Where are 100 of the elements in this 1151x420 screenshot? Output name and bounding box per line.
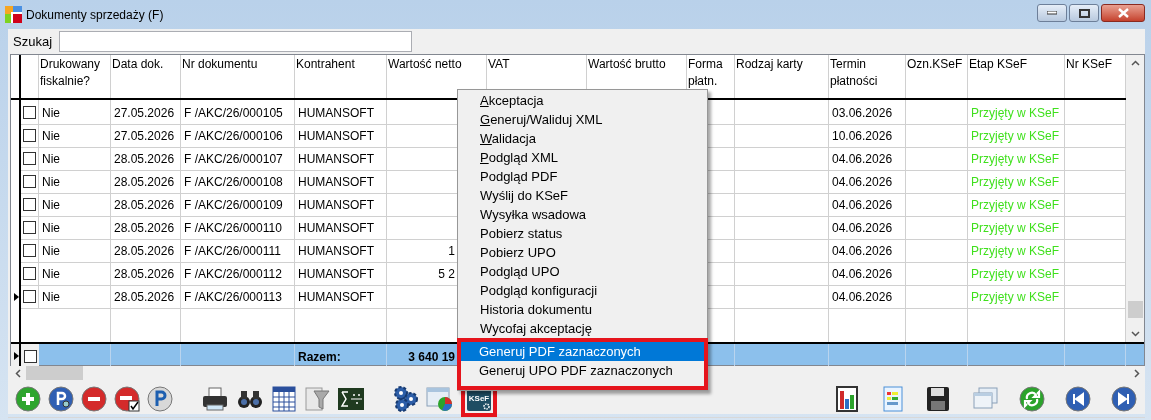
table-cell: 28.05.2026 <box>114 221 175 235</box>
previous-icon[interactable] <box>1065 385 1091 412</box>
row-checkbox[interactable] <box>23 197 36 211</box>
maximize-button[interactable] <box>1069 4 1099 22</box>
table-cell: 28.05.2026 <box>114 290 175 304</box>
search-field[interactable] <box>59 31 413 52</box>
delete-icon[interactable] <box>81 385 107 412</box>
vertical-scrollbar[interactable] <box>1126 55 1144 342</box>
p-icon[interactable] <box>147 385 173 412</box>
table-cell: 28.05.2026 <box>114 198 175 212</box>
table-cell: Przyjęty w KSeF <box>971 106 1060 120</box>
column-header: Ozn.KSeF <box>906 55 968 98</box>
table-cell: HUMANSOFT <box>298 290 374 304</box>
minimize-icon <box>1047 11 1057 15</box>
sigma-icon[interactable] <box>337 386 365 411</box>
maximize-icon <box>1078 8 1090 18</box>
table-cell: Przyjęty w KSeF <box>971 175 1060 189</box>
row-checkbox[interactable] <box>23 349 37 363</box>
menu-item[interactable]: Historia dokumentu <box>458 300 707 319</box>
table-cell: Nie <box>42 175 60 189</box>
spreadsheet-icon[interactable] <box>881 384 905 413</box>
table-cell: 04.06.2026 <box>832 152 893 166</box>
table-cell: F /AKC/26/000107 <box>184 152 283 166</box>
table-cell: Nie <box>42 106 60 120</box>
table-cell: 28.05.2026 <box>114 267 175 281</box>
calendar-icon[interactable] <box>271 384 297 413</box>
preview-icon[interactable] <box>48 385 74 412</box>
table-cell: 04.06.2026 <box>832 267 893 281</box>
table-cell: HUMANSOFT <box>298 244 374 258</box>
filter-icon[interactable] <box>304 384 330 413</box>
table-cell: Przyjęty w KSeF <box>971 267 1060 281</box>
menu-item[interactable]: Wycofaj akceptację <box>458 319 707 338</box>
close-button[interactable] <box>1101 4 1145 22</box>
table-cell: Nie <box>42 244 60 258</box>
table-cell: 5 2 <box>438 267 455 281</box>
table-cell: 27.05.2026 <box>114 129 175 143</box>
menu-item[interactable]: Wyślij do KSeF <box>458 186 707 205</box>
table-cell: 10.06.2026 <box>832 129 893 143</box>
table-cell: Nie <box>42 267 60 281</box>
summary-value: 3 640 19 <box>408 350 455 364</box>
row-checkbox[interactable] <box>23 266 36 280</box>
row-checkbox[interactable] <box>23 105 36 119</box>
bar-chart-icon[interactable] <box>835 384 861 413</box>
menu-item[interactable]: Generuj PDF zaznaczonych <box>461 342 704 361</box>
table-cell: Przyjęty w KSeF <box>971 198 1060 212</box>
menu-item[interactable]: Podgląd PDF <box>458 167 707 186</box>
row-checkbox[interactable] <box>23 151 36 165</box>
table-cell: Nie <box>42 152 60 166</box>
table-cell: Nie <box>42 198 60 212</box>
menu-item[interactable]: Generuj/Waliduj XML <box>458 110 707 129</box>
table-cell: HUMANSOFT <box>298 221 374 235</box>
row-checkbox[interactable] <box>23 289 36 303</box>
add-icon[interactable] <box>15 385 41 412</box>
table-cell: 27.05.2026 <box>114 106 175 120</box>
table-cell: 03.06.2026 <box>832 106 893 120</box>
table-cell: F /AKC/26/000109 <box>184 198 283 212</box>
table-cell: Nie <box>42 290 60 304</box>
row-checkbox[interactable] <box>23 243 36 257</box>
table-cell: Przyjęty w KSeF <box>971 152 1060 166</box>
menu-item[interactable]: Generuj UPO PDF zaznaczonych <box>461 361 704 380</box>
menu-item[interactable]: Wysyłka wsadowa <box>458 205 707 224</box>
scroll-thumb[interactable] <box>26 366 83 380</box>
table-cell: 04.06.2026 <box>832 221 893 235</box>
table-cell: F /AKC/26/000112 <box>184 267 282 281</box>
gears-icon[interactable] <box>393 384 419 413</box>
menu-item[interactable]: Podgląd konfiguracji <box>458 281 707 300</box>
floppy-disk-icon[interactable] <box>925 384 951 413</box>
menu-item[interactable]: Walidacja <box>458 129 707 148</box>
menu-item[interactable]: Podgląd XML <box>458 148 707 167</box>
refresh-icon[interactable] <box>1019 385 1045 412</box>
next-icon[interactable] <box>1111 385 1137 412</box>
scroll-thumb[interactable] <box>1127 301 1143 318</box>
menu-item[interactable]: Pobierz UPO <box>458 243 707 262</box>
search-label: Szukaj <box>13 32 53 51</box>
column-header: Kontrahent <box>295 55 387 98</box>
printer-icon[interactable] <box>201 385 229 412</box>
table-cell: F /AKC/26/000113 <box>184 290 282 304</box>
table-cell: F /AKC/26/000108 <box>184 175 283 189</box>
table-cell: HUMANSOFT <box>298 152 374 166</box>
table-cell: 28.05.2026 <box>114 152 175 166</box>
menu-item[interactable]: Podgląd UPO <box>458 262 707 281</box>
table-cell: 28.05.2026 <box>114 175 175 189</box>
row-checkbox[interactable] <box>23 220 36 234</box>
table-cell: F /AKC/26/000111 <box>184 244 281 258</box>
table-cell: HUMANSOFT <box>298 106 374 120</box>
window-chart-icon[interactable] <box>426 385 454 412</box>
table-cell: HUMANSOFT <box>298 198 374 212</box>
table-cell: HUMANSOFT <box>298 129 374 143</box>
table-cell: F /AKC/26/000105 <box>184 106 283 120</box>
menu-item[interactable]: Pobierz status <box>458 224 707 243</box>
table-cell: Nie <box>42 129 60 143</box>
row-checkbox[interactable] <box>23 174 36 188</box>
column-header: Etap KSeF <box>968 55 1065 98</box>
table-cell: 04.06.2026 <box>832 244 893 258</box>
window-title: Dokumenty sprzedaży (F) <box>26 6 164 24</box>
summary-label: Razem: <box>298 350 341 364</box>
column-header: Rodzaj karty <box>735 55 829 98</box>
row-checkbox[interactable] <box>23 128 36 142</box>
table-cell: Przyjęty w KSeF <box>971 129 1060 143</box>
delete-check-icon[interactable] <box>114 385 140 412</box>
